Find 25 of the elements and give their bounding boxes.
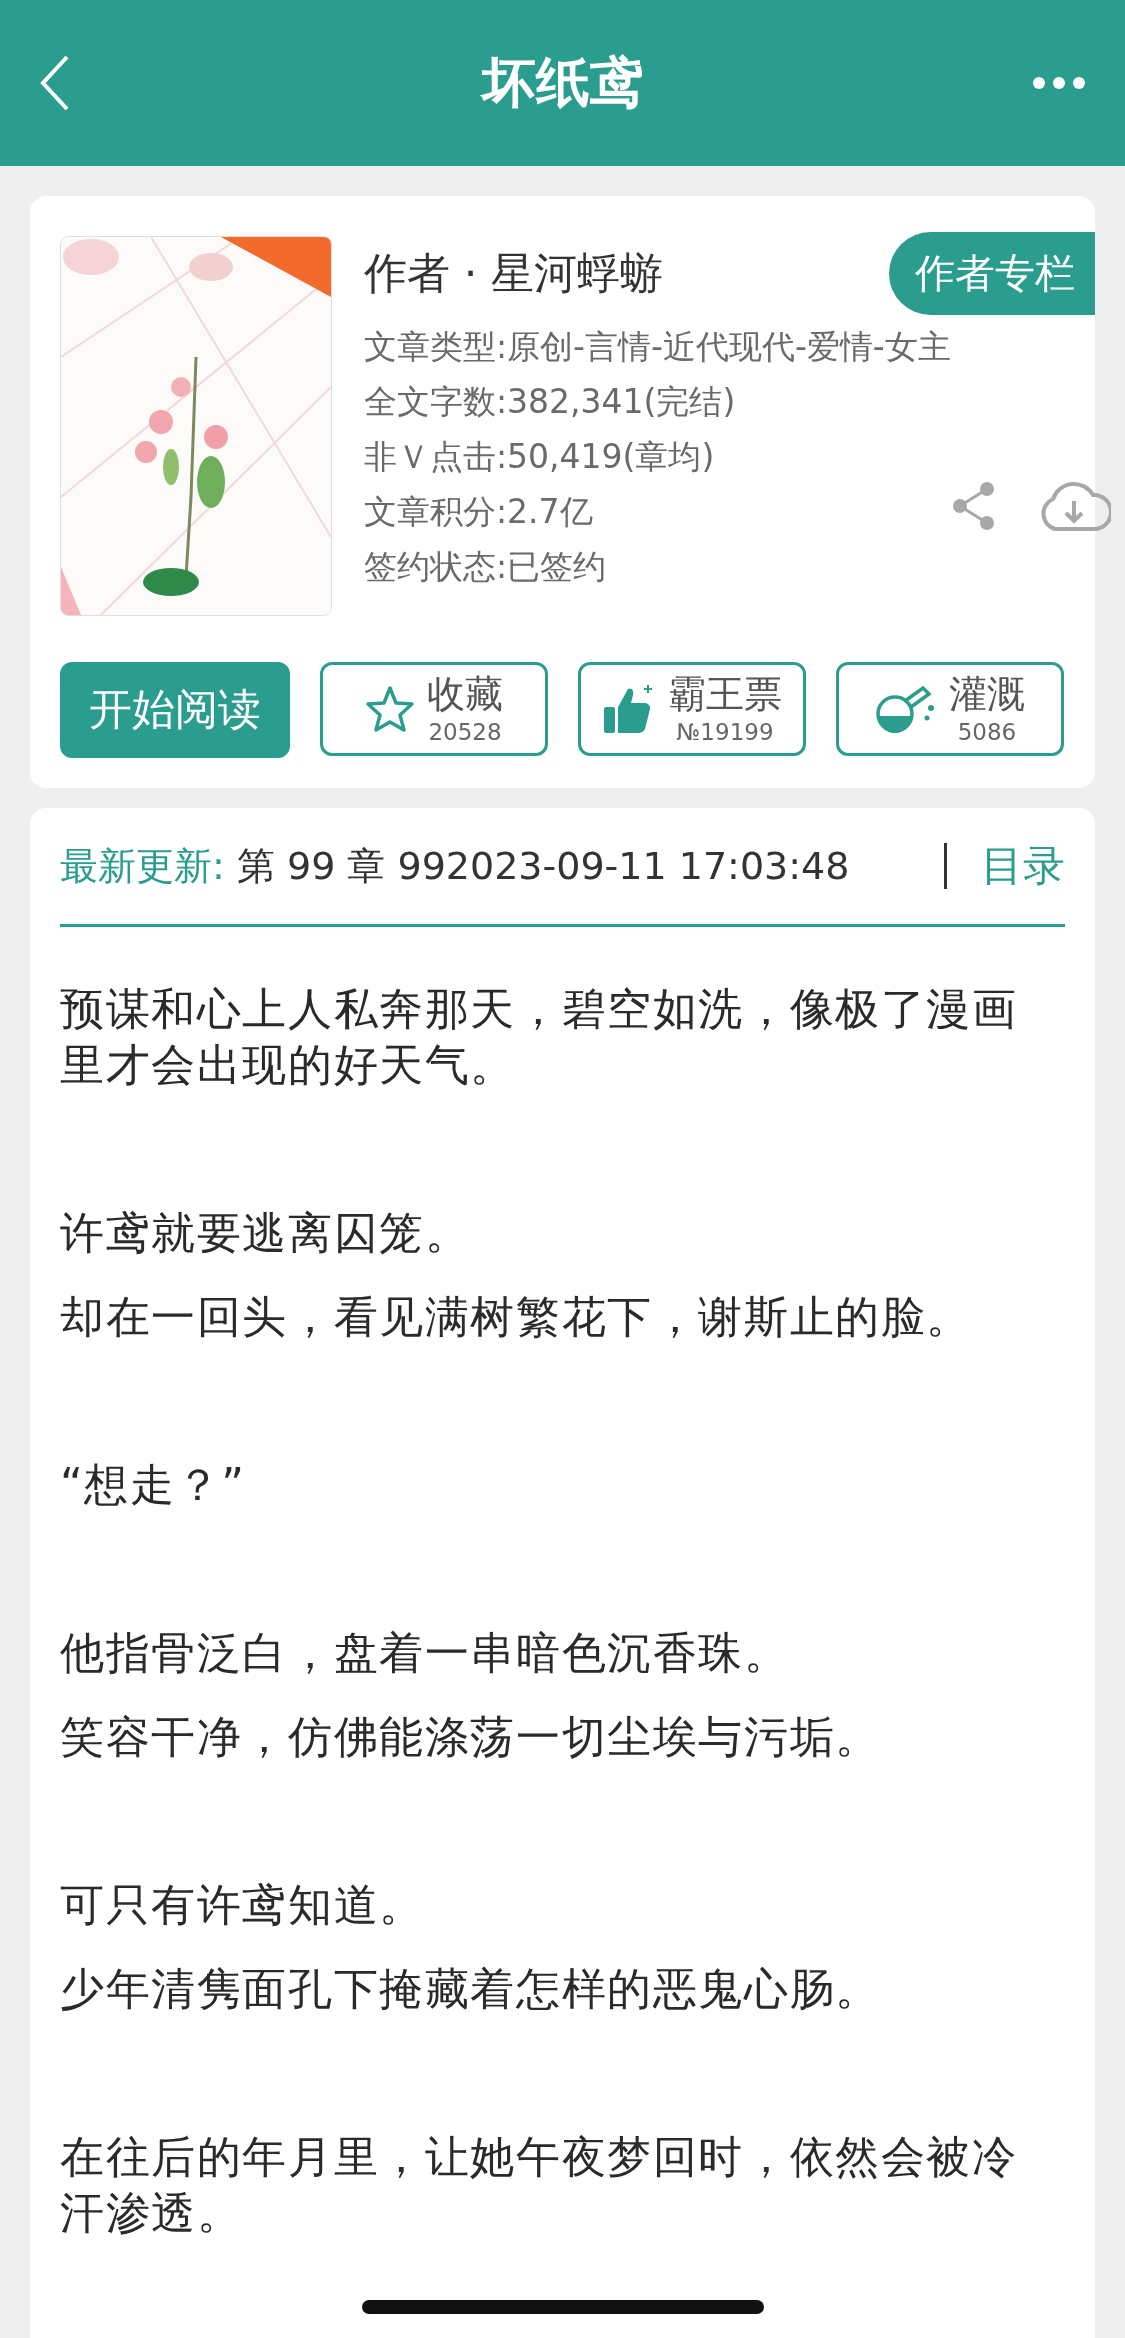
text-line: 许鸢就要逃离囚笼。 (60, 1206, 472, 1260)
flask-icon (875, 684, 937, 734)
text-line: 他指骨泛白，盘着一串暗色沉香珠。 (60, 1626, 791, 1680)
info-line: 文章类型:原创-言情-近代现代-爱情-女主 (364, 326, 951, 368)
action-button[interactable]: 收藏 20528 (320, 662, 548, 756)
text-line: 在往后的年月里，让她午夜梦回时，依然会被冷汗渗透。 (60, 2130, 1019, 2240)
text-line: 预谋和心上人私奔那天，碧空如洗，像极了漫画里才会出现的好天气。 (60, 982, 1019, 1092)
action-button[interactable]: 灌溉 5086 (836, 662, 1064, 756)
page-title: 坏纸鸢 (481, 49, 644, 116)
share-icon[interactable] (950, 481, 997, 531)
info-line: 文章积分:2.7亿 (364, 491, 594, 533)
action-button[interactable]: 霸王票 №19199 (578, 662, 806, 756)
info-line: 全文字数:382,341(完结) (364, 381, 737, 423)
star-icon (365, 685, 415, 733)
text-line: “想走？” (60, 1458, 247, 1512)
text-line: 笑容干净，仿佛能涤荡一切尘埃与污垢。 (60, 1710, 882, 1764)
author-name: 作者 · 星河蜉蝣 (364, 246, 663, 300)
more-icon (1033, 77, 1085, 89)
back-icon (40, 55, 70, 111)
latest-update[interactable]: 最新更新: 第 99 章 992023-09-11 17:03:48 (60, 840, 850, 892)
text-line: 却在一回头，看见满树繁花下，谢斯止的脸。 (60, 1290, 973, 1344)
text-line: 可只有许鸢知道。 (60, 1878, 426, 1932)
info-line: 签约状态:已签约 (364, 546, 608, 588)
text-line: 少年清隽面孔下掩藏着怎样的恶鬼心肠。 (60, 1962, 882, 2016)
info-line: 非Ｖ点击:50,419(章均) (364, 436, 716, 478)
